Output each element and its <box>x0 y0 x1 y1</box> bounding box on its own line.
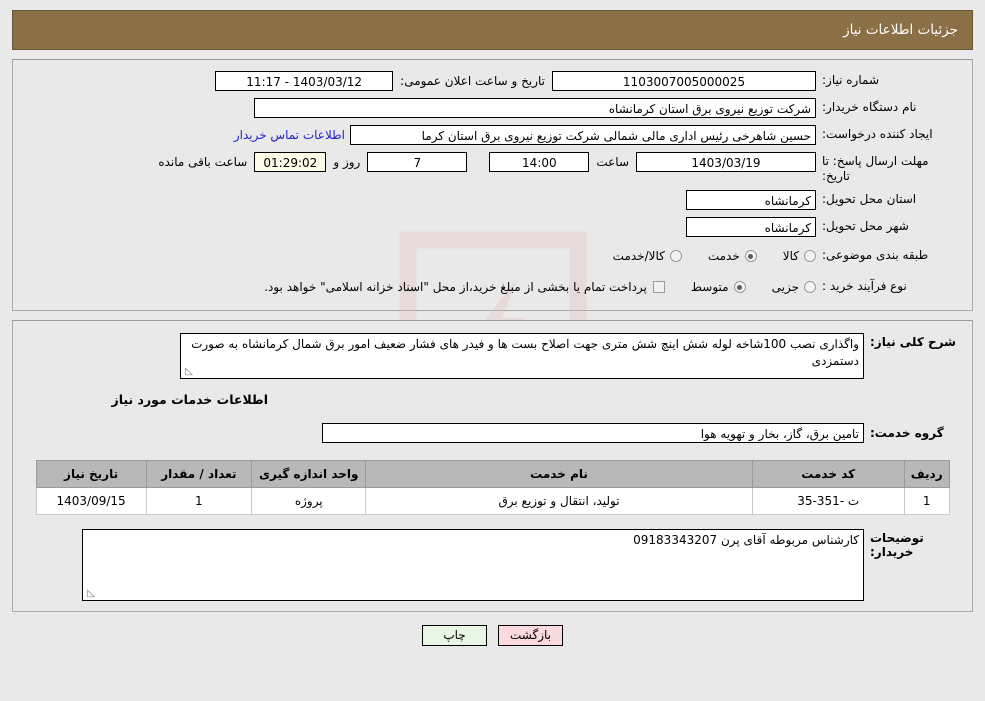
category-option-label: کالا/خدمت <box>612 249 665 263</box>
row-request-creator: ایجاد کننده درخواست: حسین شاهرخی رئیس اد… <box>27 124 958 146</box>
radio-icon-selected[interactable] <box>733 281 746 293</box>
process-radio-group: جزیی متوسط پرداخت تمام یا بخشی از مبلغ خ… <box>264 278 816 296</box>
province-label: استان محل تحویل: <box>822 192 917 206</box>
resize-grip-icon[interactable]: ◺ <box>85 589 95 599</box>
description-label: شرح کلی نیاز: <box>870 335 956 349</box>
cell-service-code: ت -351-35 <box>751 487 905 515</box>
process-option-label: متوسط <box>690 280 729 294</box>
comments-value: کارشناس مربوطه آقای پرن 09183343207 <box>633 533 859 547</box>
city-value: کرمانشاه <box>686 217 816 237</box>
row-delivery-province: استان محل تحویل: کرمانشاه <box>27 189 958 211</box>
table-header-row: ردیف کد خدمت نام خدمت واحد اندازه گیری ت… <box>35 460 950 488</box>
row-buyer-comments: توضیحات خریدار: کارشناس مربوطه آقای پرن … <box>27 529 958 601</box>
row-purchase-process: نوع فرآیند خرید : جزیی متوسط پرداخت تمام… <box>27 276 958 298</box>
creator-value: حسین شاهرخی رئیس اداری مالی شمالی شرکت ت… <box>350 125 816 145</box>
row-need-number: شماره نیاز: 1103007005000025 تاریخ و ساع… <box>27 70 958 92</box>
checkbox-icon[interactable] <box>652 281 665 293</box>
process-option-motevaset[interactable]: متوسط <box>691 278 746 296</box>
cell-radif: 1 <box>903 487 950 515</box>
cell-need-date: 1403/09/15 <box>35 487 147 515</box>
need-number-value: 1103007005000025 <box>552 71 816 91</box>
deadline-label: مهلت ارسال پاسخ: تا تاریخ: <box>822 154 929 183</box>
column-header-radif: ردیف <box>903 460 950 488</box>
remaining-hours-label: ساعت باقی مانده <box>158 155 248 169</box>
description-value: واگذاری نصب 100شاخه لوله شش اینچ شش متری… <box>191 337 859 368</box>
cell-quantity: 1 <box>145 487 253 515</box>
process-option-label: جزیی <box>771 280 799 294</box>
days-label: روز و <box>333 155 361 169</box>
back-button[interactable]: بازگشت <box>498 625 563 646</box>
services-section-title: اطلاعات خدمات مورد نیاز <box>111 392 269 407</box>
column-header-unit: واحد اندازه گیری <box>250 460 367 488</box>
category-option-kala-khedmat[interactable]: کالا/خدمت <box>613 247 682 265</box>
row-delivery-city: شهر محل تحویل: کرمانشاه <box>27 216 958 238</box>
comments-textarea[interactable]: کارشناس مربوطه آقای پرن 09183343207 ◺ <box>82 529 864 601</box>
category-option-khedmat[interactable]: خدمت <box>708 247 757 265</box>
deadline-date-value: 1403/03/19 <box>636 152 816 172</box>
service-group-label: گروه خدمت: <box>870 426 944 440</box>
remaining-days-value: 7 <box>367 152 468 172</box>
services-table: ردیف کد خدمت نام خدمت واحد اندازه گیری ت… <box>35 460 950 515</box>
countdown-timer: 01:29:02 <box>254 152 327 172</box>
page-title: جزئیات اطلاعات نیاز <box>843 22 958 38</box>
treasury-bonds-checkbox-item[interactable]: پرداخت تمام یا بخشی از مبلغ خرید،از محل … <box>264 278 665 296</box>
category-option-kala[interactable]: کالا <box>783 247 816 265</box>
process-option-jozee[interactable]: جزیی <box>772 278 816 296</box>
comments-label: توضیحات خریدار: <box>870 531 924 559</box>
row-service-group: گروه خدمت: تامین برق، گاز، بخار و تهویه … <box>27 423 958 443</box>
row-buyer-org: نام دستگاه خریدار: شرکت توزیع نیروی برق … <box>27 97 958 119</box>
treasury-bonds-note: پرداخت تمام یا بخشی از مبلغ خرید،از محل … <box>264 280 647 294</box>
hour-label: ساعت <box>596 155 629 169</box>
radio-icon[interactable] <box>804 281 816 293</box>
category-option-label: خدمت <box>707 249 740 263</box>
row-general-description: شرح کلی نیاز: واگذاری نصب 100شاخه لوله ش… <box>27 333 958 379</box>
buyer-org-label: نام دستگاه خریدار: <box>822 100 917 114</box>
category-radio-group: کالا خدمت کالا/خدمت <box>587 247 816 265</box>
column-header-service-name: نام خدمت <box>365 460 753 488</box>
radio-icon[interactable] <box>669 250 682 262</box>
category-label: طبقه بندی موضوعی: <box>822 248 929 262</box>
cell-service-name: تولید، انتقال و توزیع برق <box>365 487 753 515</box>
resize-grip-icon[interactable]: ◺ <box>183 367 193 377</box>
announce-label: تاریخ و ساعت اعلان عمومی: <box>400 74 545 88</box>
need-details-panel: AriaTender.net شماره نیاز: 1103007005000… <box>12 59 973 410</box>
deadline-hour-value: 14:00 <box>489 152 590 172</box>
announce-value: 1403/03/12 - 11:17 <box>215 71 394 91</box>
creator-label: ایجاد کننده درخواست: <box>822 127 933 141</box>
print-button[interactable]: چاپ <box>422 625 487 646</box>
row-response-deadline: مهلت ارسال پاسخ: تا تاریخ: 1403/03/19 سا… <box>27 151 958 184</box>
buyer-org-value: شرکت توزیع نیروی برق استان کرمانشاه <box>254 98 816 118</box>
radio-icon-selected[interactable] <box>744 250 757 262</box>
category-option-label: کالا <box>782 249 799 263</box>
page-header: جزئیات اطلاعات نیاز <box>12 10 973 50</box>
table-row: 1 ت -351-35 تولید، انتقال و توزیع برق پر… <box>35 487 950 515</box>
city-label: شهر محل تحویل: <box>822 219 909 233</box>
province-value: کرمانشاه <box>686 190 816 210</box>
services-panel: شرح کلی نیاز: واگذاری نصب 100شاخه لوله ش… <box>12 320 973 612</box>
column-header-quantity: تعداد / مقدار <box>145 460 253 488</box>
radio-icon[interactable] <box>804 250 816 262</box>
column-header-need-date: تاریخ نیاز <box>35 460 147 488</box>
column-header-service-code: کد خدمت <box>751 460 905 488</box>
service-group-value: تامین برق، گاز، بخار و تهویه هوا <box>322 423 864 443</box>
buyer-contact-link[interactable]: اطلاعات تماس خریدار <box>234 125 350 145</box>
cell-unit: پروژه <box>250 487 367 515</box>
need-number-label: شماره نیاز: <box>822 73 879 87</box>
row-subject-category: طبقه بندی موضوعی: کالا خدمت کالا/خدمت <box>27 245 958 267</box>
footer-buttons: بازگشت چاپ <box>0 625 985 646</box>
process-label: نوع فرآیند خرید : <box>822 279 907 293</box>
description-textarea[interactable]: واگذاری نصب 100شاخه لوله شش اینچ شش متری… <box>180 333 864 379</box>
